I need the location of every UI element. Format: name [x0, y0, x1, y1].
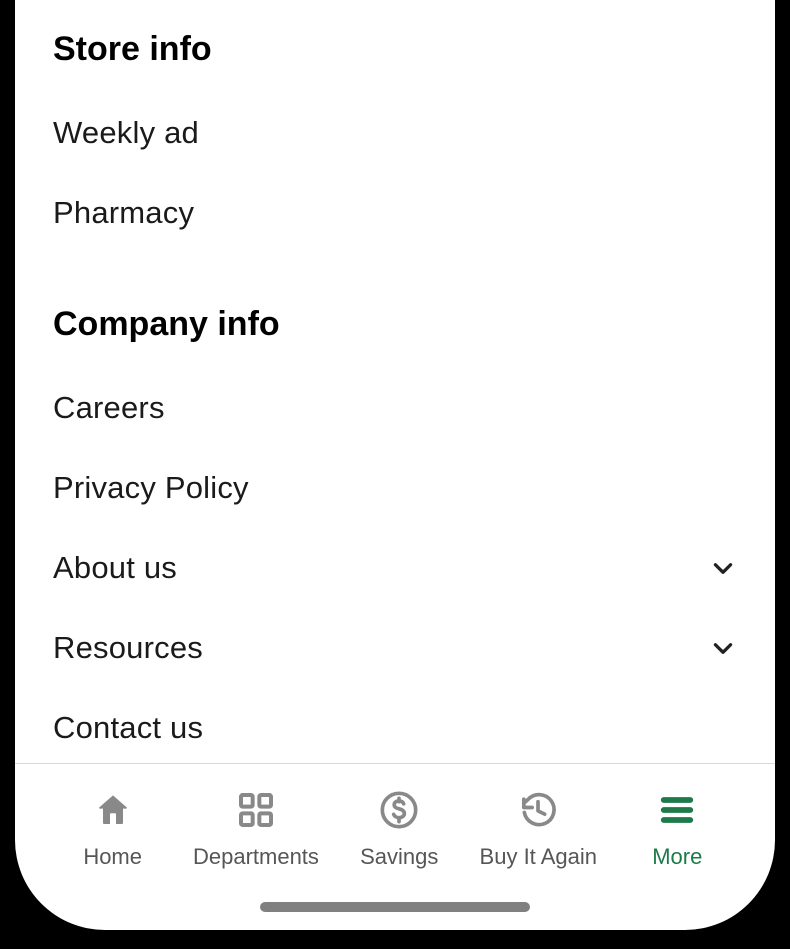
menu-item-pharmacy[interactable]: Pharmacy	[53, 173, 737, 253]
more-menu-content: Store info Weekly ad Pharmacy Company in…	[15, 0, 775, 763]
menu-item-label: Careers	[53, 390, 165, 426]
menu-icon	[657, 790, 697, 830]
menu-item-resources[interactable]: Resources	[53, 608, 737, 688]
tab-label: More	[652, 844, 702, 870]
tab-departments[interactable]: Departments	[193, 790, 319, 870]
menu-item-careers[interactable]: Careers	[53, 368, 737, 448]
grid-icon	[236, 790, 276, 830]
menu-item-label: About us	[53, 550, 177, 586]
menu-item-about-us[interactable]: About us	[53, 528, 737, 608]
menu-item-weekly-ad[interactable]: Weekly ad	[53, 93, 737, 173]
menu-item-label: Weekly ad	[53, 115, 199, 151]
tab-label: Departments	[193, 844, 319, 870]
chevron-down-icon	[709, 554, 737, 582]
store-info-heading: Store info	[53, 30, 737, 69]
menu-item-label: Contact us	[53, 710, 203, 746]
tab-more[interactable]: More	[622, 790, 732, 870]
menu-item-contact-us[interactable]: Contact us	[53, 688, 737, 763]
tab-savings[interactable]: Savings	[344, 790, 454, 870]
tab-buy-it-again[interactable]: Buy It Again	[480, 790, 597, 870]
menu-item-privacy-policy[interactable]: Privacy Policy	[53, 448, 737, 528]
menu-item-label: Pharmacy	[53, 195, 194, 231]
home-indicator	[260, 902, 530, 912]
dollar-icon	[379, 790, 419, 830]
chevron-down-icon	[709, 634, 737, 662]
tab-label: Savings	[360, 844, 438, 870]
menu-item-label: Privacy Policy	[53, 470, 249, 506]
history-icon	[518, 790, 558, 830]
home-icon	[93, 790, 133, 830]
tab-label: Home	[83, 844, 142, 870]
tab-home[interactable]: Home	[58, 790, 168, 870]
bottom-tab-bar: Home Departments Savings Buy It Again	[15, 763, 775, 930]
tab-label: Buy It Again	[480, 844, 597, 870]
company-info-heading: Company info	[53, 305, 737, 344]
menu-item-label: Resources	[53, 630, 203, 666]
